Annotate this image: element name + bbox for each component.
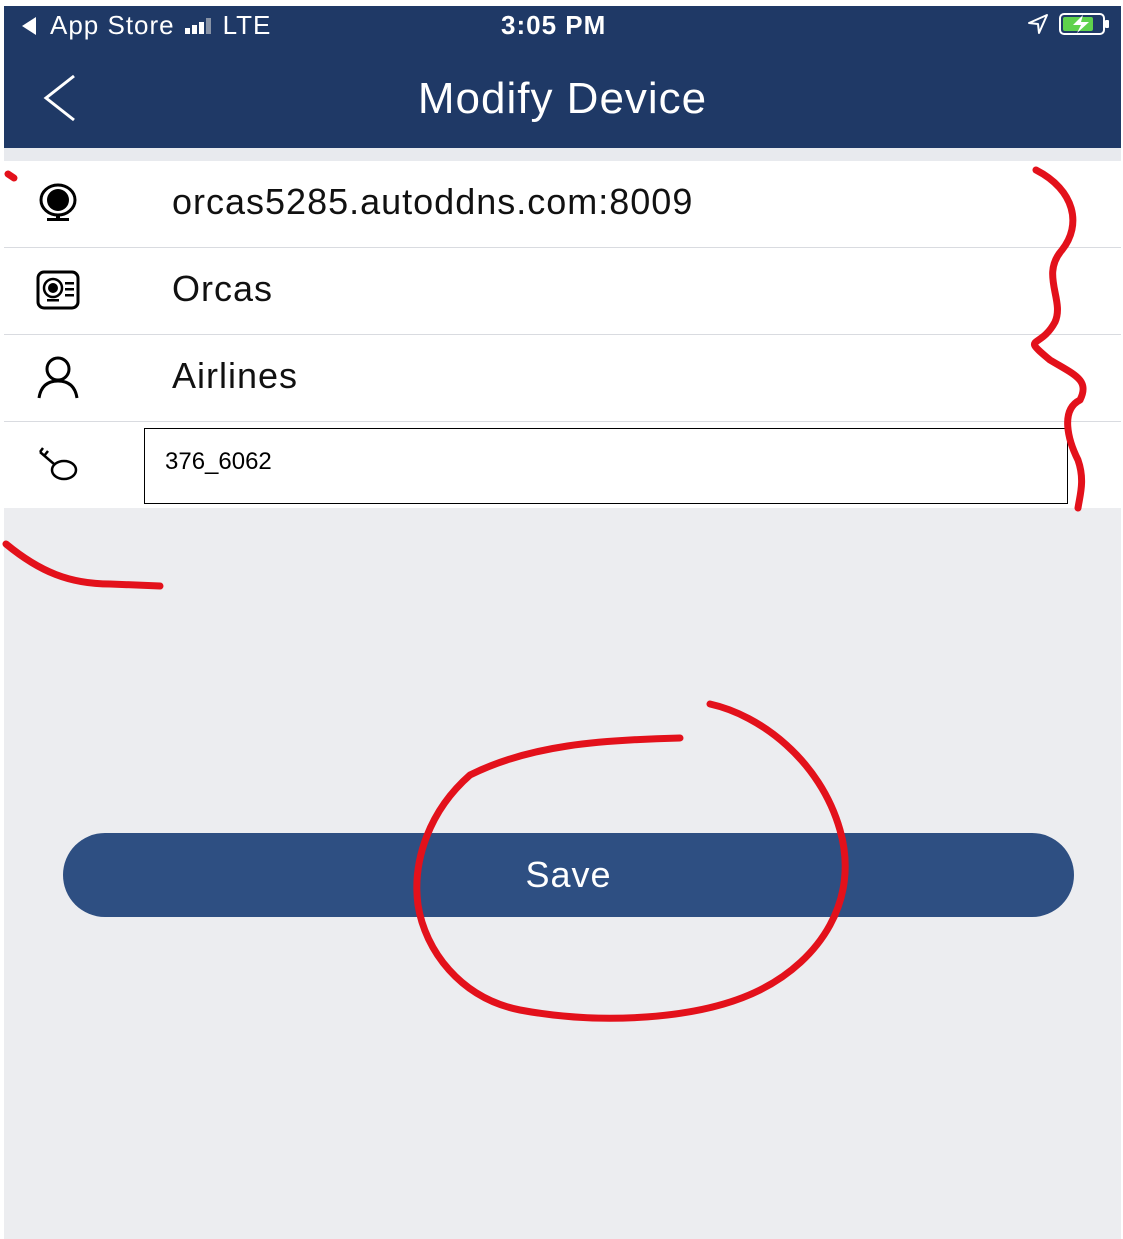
device-form: orcas5285.autoddns.com:8009 Orcas Airlin… [4,161,1121,508]
page-title: Modify Device [417,74,708,123]
location-arrow-icon [1028,14,1048,34]
carrier-label: LTE [222,10,272,40]
status-bar: App Store LTE 3:05 PM [4,6,1121,48]
modify-device-screen: App Store LTE 3:05 PM Modify Device orca… [0,0,1123,1239]
username-row[interactable]: Airlines [4,335,1121,422]
key-icon [39,447,78,481]
status-right [1027,12,1111,36]
back-app-label[interactable]: App Store [50,10,175,41]
header-divider [4,148,1121,161]
battery-charging-icon [1059,13,1109,35]
back-to-app-icon[interactable] [22,16,36,35]
signal-strength-icon [184,17,211,34]
nav-bar: Modify Device [4,48,1121,148]
status-left: App Store LTE [22,10,271,41]
username-value: Airlines [172,355,299,396]
address-value: orcas5285.autoddns.com:8009 [172,181,694,222]
user-icon [37,356,79,399]
address-row[interactable]: orcas5285.autoddns.com:8009 [4,161,1121,248]
save-button[interactable]: Save [63,833,1074,917]
device-name-value: Orcas [172,268,274,309]
webcam-icon [39,183,77,221]
device-name-row[interactable]: Orcas [4,248,1121,335]
status-time: 3:05 PM [501,10,607,40]
device-card-icon [36,270,80,310]
password-row: 376_6062 [4,422,1121,508]
password-field[interactable]: 376_6062 [144,428,1068,504]
